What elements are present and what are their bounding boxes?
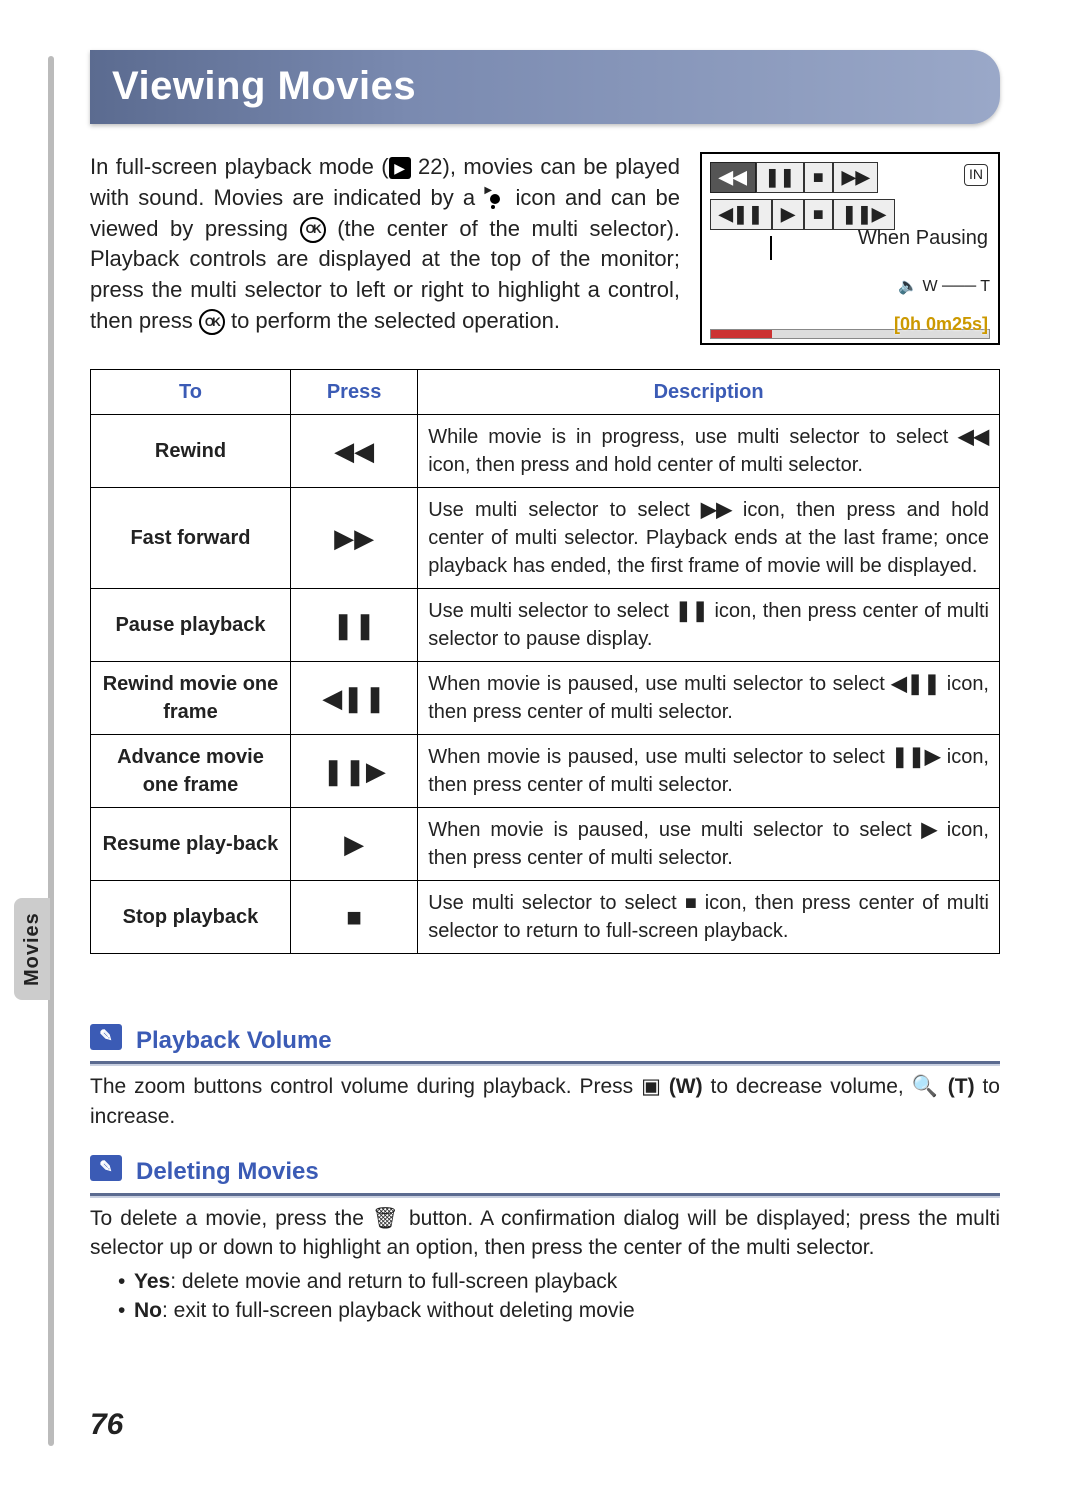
t-label: (T): [940, 1075, 975, 1098]
inline-control-icon: ◀❚❚: [891, 670, 940, 698]
ctrl-rewind-icon: ◀◀: [710, 162, 756, 193]
bullet-key: No: [134, 1299, 162, 1322]
note-text: The zoom buttons control volume during p…: [90, 1075, 641, 1098]
bullet-yes: Yes: delete movie and return to full-scr…: [118, 1267, 1000, 1296]
ctrl-stop-icon: ■: [804, 199, 833, 230]
inline-control-icon: ◀◀: [958, 423, 989, 451]
ok-icon: OK: [300, 217, 326, 243]
cell-press-icon: ❚❚: [290, 588, 417, 661]
ctrl-stop-icon: ■: [804, 162, 833, 193]
inline-control-icon: ▶▶: [701, 496, 732, 524]
zoom-out-icon: ▣: [641, 1075, 661, 1098]
cell-to: Rewind: [91, 414, 291, 487]
note-text: to decrease volume,: [703, 1075, 912, 1098]
inline-control-icon: ▶: [922, 816, 937, 844]
cell-to: Rewind movie one frame: [91, 661, 291, 734]
cell-description: When movie is paused, use multi selector…: [418, 807, 1000, 880]
cell-description: Use multi selector to select ❚❚ icon, th…: [418, 588, 1000, 661]
table-row: Rewind movie one frame◀❚❚When movie is p…: [91, 661, 1000, 734]
cell-press-icon: ▶: [290, 807, 417, 880]
note-heading-text: Playback Volume: [136, 1027, 332, 1054]
table-row: Rewind◀◀While movie is in progress, use …: [91, 414, 1000, 487]
playback-controls-illustration: IN ◀◀ ❚❚ ■ ▶▶ ◀❚❚ ▶ ■ ❚❚▶ When Pausing 🔈…: [700, 152, 1000, 345]
note-body: The zoom buttons control volume during p…: [90, 1072, 1000, 1131]
movie-icon: [484, 190, 506, 208]
side-tab-movies: Movies: [14, 898, 50, 1000]
bullet-val: : delete movie and return to full-screen…: [170, 1270, 617, 1293]
ok-icon: OK: [199, 309, 225, 335]
cell-to: Pause playback: [91, 588, 291, 661]
cell-description: When movie is paused, use multi selector…: [418, 734, 1000, 807]
cell-press-icon: ◀❚❚: [290, 661, 417, 734]
bullet-key: Yes: [134, 1270, 170, 1293]
cell-press-icon: ❚❚▶: [290, 734, 417, 807]
col-header-to: To: [91, 369, 291, 414]
illus-top-row: ◀◀ ❚❚ ■ ▶▶: [710, 162, 990, 193]
inline-control-icon: ❚❚▶: [891, 743, 940, 771]
note-deleting-movies: ✎ Deleting Movies To delete a movie, pre…: [90, 1155, 1000, 1325]
intro-paragraph: In full-screen playback mode (▶ 22), mov…: [90, 152, 680, 337]
page-title: Viewing Movies: [90, 50, 1000, 124]
memory-in-icon: IN: [964, 164, 988, 186]
note-playback-volume: ✎ Playback Volume The zoom buttons contr…: [90, 1024, 1000, 1131]
ctrl-pause-icon: ❚❚: [756, 162, 804, 193]
left-margin-rule: [48, 56, 54, 1446]
note-heading: ✎ Playback Volume: [90, 1024, 1000, 1065]
ctrl-ffwd-icon: ▶▶: [833, 162, 879, 193]
inline-control-icon: ❚❚: [675, 597, 709, 625]
cell-to: Resume play-back: [91, 807, 291, 880]
table-row: Stop playback■Use multi selector to sele…: [91, 880, 1000, 953]
zoom-in-icon: 🔍: [912, 1075, 940, 1098]
cell-press-icon: ◀◀: [290, 414, 417, 487]
cell-description: Use multi selector to select ▶▶ icon, th…: [418, 487, 1000, 588]
cell-press-icon: ■: [290, 880, 417, 953]
elapsed-time: [0h 0m25s]: [894, 312, 988, 337]
note-icon: ✎: [90, 1024, 122, 1050]
cell-to: Fast forward: [91, 487, 291, 588]
cell-description: When movie is paused, use multi selector…: [418, 661, 1000, 734]
ctrl-play-icon: ▶: [772, 199, 804, 230]
note-text: To delete a movie, press the: [90, 1207, 372, 1230]
col-header-press: Press: [290, 369, 417, 414]
w-label: (W): [661, 1075, 703, 1098]
when-pausing-label: When Pausing: [858, 224, 988, 252]
page-number: 76: [90, 1404, 123, 1446]
intro-text-1: In full-screen playback mode (: [90, 154, 389, 179]
cell-description: Use multi selector to select ■ icon, the…: [418, 880, 1000, 953]
cell-press-icon: ▶▶: [290, 487, 417, 588]
col-header-description: Description: [418, 369, 1000, 414]
playback-controls-table: To Press Description Rewind◀◀While movie…: [90, 369, 1000, 954]
inline-control-icon: ■: [685, 889, 697, 917]
ctrl-frame-back-icon: ◀❚❚: [710, 199, 772, 230]
table-row: Advance movie one frame❚❚▶When movie is …: [91, 734, 1000, 807]
table-row: Fast forward▶▶Use multi selector to sele…: [91, 487, 1000, 588]
bullet-no: No: exit to full-screen playback without…: [118, 1296, 1000, 1325]
table-row: Resume play-back▶When movie is paused, u…: [91, 807, 1000, 880]
trash-icon: 🗑: [372, 1207, 401, 1230]
note-body: To delete a movie, press the 🗑 button. A…: [90, 1204, 1000, 1326]
note-heading-text: Deleting Movies: [136, 1158, 319, 1185]
cell-description: While movie is in progress, use multi se…: [418, 414, 1000, 487]
bullet-val: : exit to full-screen playback without d…: [162, 1299, 635, 1322]
intro-text-4: to perform the selected operation.: [225, 308, 560, 333]
table-row: Pause playback❚❚Use multi selector to se…: [91, 588, 1000, 661]
volume-indicator-icon: 🔈 W ─── T: [710, 276, 990, 298]
note-icon: ✎: [90, 1155, 122, 1181]
playback-mode-icon: ▶: [389, 157, 411, 179]
cell-to: Stop playback: [91, 880, 291, 953]
note-heading: ✎ Deleting Movies: [90, 1155, 1000, 1196]
cell-to: Advance movie one frame: [91, 734, 291, 807]
